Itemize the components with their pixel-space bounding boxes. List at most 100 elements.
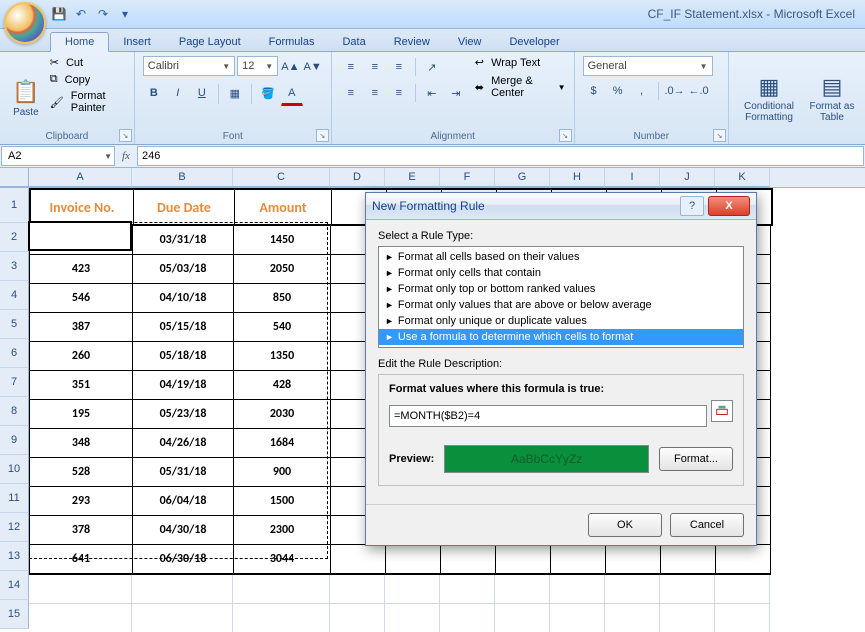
redo-icon[interactable]: ↷ — [94, 5, 112, 23]
cell[interactable]: 387 — [29, 313, 133, 342]
col-header-B[interactable]: B — [132, 168, 233, 187]
cell[interactable]: 1450 — [234, 226, 331, 255]
cell[interactable]: 900 — [234, 458, 331, 487]
comma-button[interactable]: , — [631, 80, 653, 102]
cell[interactable]: 2030 — [234, 400, 331, 429]
cell[interactable] — [132, 575, 233, 604]
bold-button[interactable]: B — [143, 82, 165, 104]
cell[interactable]: 04/26/18 — [133, 429, 234, 458]
number-launcher-icon[interactable]: ↘ — [713, 129, 726, 142]
cell[interactable] — [29, 575, 132, 604]
col-header-A[interactable]: A — [29, 168, 132, 187]
format-button[interactable]: Format... — [659, 447, 733, 471]
cell[interactable] — [330, 575, 385, 604]
font-size-combo[interactable]: 12▼ — [237, 56, 278, 76]
fill-color-button[interactable]: 🪣 — [257, 82, 279, 104]
undo-icon[interactable]: ↶ — [72, 5, 90, 23]
cell[interactable]: 351 — [29, 371, 133, 400]
cell[interactable]: 546 — [29, 284, 133, 313]
align-right-button[interactable]: ≡ — [388, 82, 410, 104]
italic-button[interactable]: I — [167, 82, 189, 104]
column-header-cell[interactable]: Invoice No. — [29, 188, 134, 226]
underline-button[interactable]: U — [191, 82, 213, 104]
cell[interactable] — [233, 575, 330, 604]
cell[interactable]: 2050 — [234, 255, 331, 284]
cell[interactable] — [331, 545, 386, 575]
cell[interactable]: 378 — [29, 516, 133, 545]
row-header-12[interactable]: 12 — [0, 513, 29, 542]
copy-button[interactable]: ⧉ Copy — [50, 73, 126, 86]
cell[interactable]: 293 — [29, 487, 133, 516]
dialog-titlebar[interactable]: New Formatting Rule ? X — [366, 193, 756, 220]
cell[interactable]: 1684 — [234, 429, 331, 458]
column-header-cell[interactable]: Amount — [235, 188, 332, 226]
cell[interactable] — [495, 575, 550, 604]
align-middle-button[interactable]: ≡ — [364, 56, 386, 78]
col-header-I[interactable]: I — [605, 168, 660, 187]
col-header-C[interactable]: C — [233, 168, 330, 187]
wrap-text-button[interactable]: ↩ Wrap Text — [475, 56, 566, 69]
row-header-11[interactable]: 11 — [0, 484, 29, 513]
col-header-H[interactable]: H — [550, 168, 605, 187]
clipboard-launcher-icon[interactable]: ↘ — [119, 129, 132, 142]
cell[interactable] — [440, 575, 495, 604]
col-header-D[interactable]: D — [330, 168, 385, 187]
decrease-indent-button[interactable]: ⇤ — [421, 82, 443, 104]
cell[interactable] — [386, 545, 441, 575]
cell[interactable] — [660, 575, 715, 604]
cell[interactable]: 1500 — [234, 487, 331, 516]
increase-decimal-button[interactable]: .0→ — [664, 80, 686, 102]
row-header-4[interactable]: 4 — [0, 281, 29, 310]
tab-insert[interactable]: Insert — [109, 33, 165, 51]
col-header-E[interactable]: E — [385, 168, 440, 187]
cell[interactable] — [606, 545, 661, 575]
cell[interactable]: 641 — [29, 545, 133, 575]
cell[interactable]: 05/15/18 — [133, 313, 234, 342]
cancel-button[interactable]: Cancel — [670, 513, 744, 537]
row-header-14[interactable]: 14 — [0, 571, 29, 600]
col-header-K[interactable]: K — [715, 168, 770, 187]
percent-button[interactable]: % — [607, 80, 629, 102]
tab-formulas[interactable]: Formulas — [255, 33, 329, 51]
tab-view[interactable]: View — [444, 33, 496, 51]
cell[interactable] — [550, 575, 605, 604]
paste-button[interactable]: 📋 Paste — [8, 56, 44, 142]
format-painter-button[interactable]: 🖌 Format Painter — [50, 90, 126, 114]
cell[interactable]: 428 — [234, 371, 331, 400]
col-header-G[interactable]: G — [495, 168, 550, 187]
row-header-3[interactable]: 3 — [0, 252, 29, 281]
number-format-combo[interactable]: General▼ — [583, 56, 713, 76]
align-left-button[interactable]: ≡ — [340, 82, 362, 104]
tab-home[interactable]: Home — [50, 32, 109, 52]
tab-page-layout[interactable]: Page Layout — [165, 33, 255, 51]
cell[interactable] — [441, 545, 496, 575]
cell[interactable]: 05/18/18 — [133, 342, 234, 371]
cell[interactable]: 423 — [29, 255, 133, 284]
font-launcher-icon[interactable]: ↘ — [316, 129, 329, 142]
select-all-corner[interactable] — [0, 168, 29, 187]
cell[interactable]: 04/30/18 — [133, 516, 234, 545]
row-header-10[interactable]: 10 — [0, 455, 29, 484]
cell[interactable] — [551, 545, 606, 575]
rule-type-item[interactable]: ►Format only values that are above or be… — [379, 297, 743, 313]
align-top-button[interactable]: ≡ — [340, 56, 362, 78]
row-header-9[interactable]: 9 — [0, 426, 29, 455]
cell[interactable]: 528 — [29, 458, 133, 487]
name-box[interactable]: A2 ▼ — [1, 146, 115, 166]
cell[interactable]: 05/31/18 — [133, 458, 234, 487]
currency-button[interactable]: $ — [583, 80, 605, 102]
row-header-7[interactable]: 7 — [0, 368, 29, 397]
decrease-decimal-button[interactable]: ←.0 — [688, 80, 710, 102]
col-header-J[interactable]: J — [660, 168, 715, 187]
formula-input[interactable]: =MONTH($B2)=4 — [389, 405, 707, 427]
font-color-button[interactable]: A — [281, 82, 303, 106]
collapse-dialog-icon[interactable] — [711, 400, 733, 422]
cell[interactable] — [385, 575, 440, 604]
rule-type-item[interactable]: ►Format only top or bottom ranked values — [379, 281, 743, 297]
cell[interactable]: 260 — [29, 342, 133, 371]
formula-input[interactable]: 246 — [137, 146, 864, 166]
rule-type-item[interactable]: ►Format only unique or duplicate values — [379, 313, 743, 329]
conditional-formatting-button[interactable]: ▦ Conditional Formatting — [737, 56, 801, 142]
tab-developer[interactable]: Developer — [495, 33, 573, 51]
cell[interactable]: 04/19/18 — [133, 371, 234, 400]
